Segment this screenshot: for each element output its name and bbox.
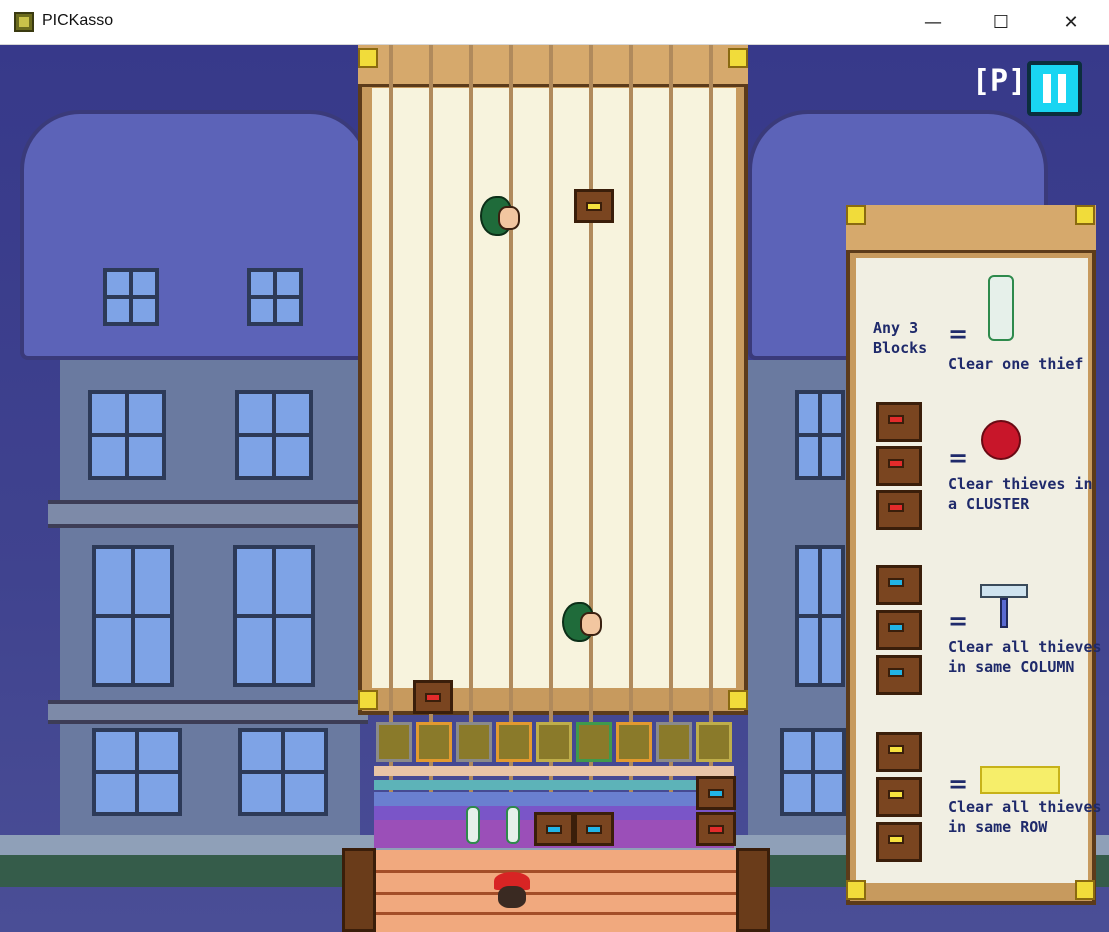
window xyxy=(780,728,846,816)
blue-block-icon xyxy=(876,610,922,650)
p-key-label: [P] xyxy=(972,64,1027,99)
left-post xyxy=(342,848,376,932)
yellow-block-icon xyxy=(876,777,922,817)
player-character[interactable] xyxy=(490,872,534,932)
title-bar: PICKasso — ☐ ✕ xyxy=(0,0,1109,45)
legend-blue-desc-line2: in same COLUMN xyxy=(948,658,1075,676)
window xyxy=(88,390,166,480)
legend-red-desc-line2: a CLUSTER xyxy=(948,495,1030,513)
legend-top-beam xyxy=(846,205,1096,253)
window xyxy=(247,268,303,326)
maximize-button[interactable]: ☐ xyxy=(978,0,1024,45)
pencil-icon xyxy=(988,275,1014,341)
app-icon xyxy=(14,12,34,32)
gold-corner xyxy=(728,48,748,68)
painting xyxy=(576,722,612,762)
pencil-piece[interactable] xyxy=(506,806,520,844)
gold-corner xyxy=(358,48,378,68)
stripe xyxy=(374,792,734,806)
blue-block-icon xyxy=(876,655,922,695)
window xyxy=(103,268,159,326)
gold-corner xyxy=(1075,880,1095,900)
pause-icon xyxy=(1043,74,1051,103)
left-roof xyxy=(20,110,370,360)
gold-corner xyxy=(1075,205,1095,225)
painting xyxy=(416,722,452,762)
legend-blue-desc-line1: Clear all thieves xyxy=(948,638,1102,656)
window xyxy=(238,728,328,816)
left-floor-band xyxy=(48,500,368,528)
gold-corner xyxy=(846,205,866,225)
hedge xyxy=(0,855,345,887)
red-block[interactable] xyxy=(696,812,736,846)
red-block-icon xyxy=(876,402,922,442)
gold-corner xyxy=(728,690,748,710)
window xyxy=(235,390,313,480)
painting xyxy=(656,722,692,762)
stripe xyxy=(374,780,734,790)
legend-yellow-desc-line1: Clear all thieves xyxy=(948,798,1102,816)
left-floor-band-2 xyxy=(48,700,368,724)
deck xyxy=(374,850,736,932)
pause-icon xyxy=(1058,74,1066,103)
painting xyxy=(376,722,412,762)
legend-yellow-desc-line2: in same ROW xyxy=(948,818,1048,836)
yellow-block[interactable] xyxy=(574,189,614,223)
legend-any3-line1: Any 3 xyxy=(873,319,919,337)
thief[interactable] xyxy=(480,196,524,246)
equals-sign: = xyxy=(948,320,969,348)
legend-red-desc-line1: Clear thieves in xyxy=(948,475,1093,493)
blue-block[interactable] xyxy=(534,812,574,846)
legend-pencil-desc: Clear one thief xyxy=(948,355,1084,373)
close-button[interactable]: ✕ xyxy=(1048,0,1094,45)
yellow-block-icon xyxy=(876,822,922,862)
board-top-beam xyxy=(358,45,748,87)
yellow-block-icon xyxy=(876,732,922,772)
red-block-icon xyxy=(876,446,922,486)
window-title: PICKasso xyxy=(42,12,114,29)
painting xyxy=(536,722,572,762)
blue-block-icon xyxy=(876,565,922,605)
legend-any3-line2: Blocks xyxy=(873,339,928,357)
blue-block[interactable] xyxy=(696,776,736,810)
deck-line xyxy=(374,912,736,915)
window xyxy=(795,545,845,687)
thief[interactable] xyxy=(562,602,606,652)
equals-sign: = xyxy=(948,607,969,635)
painting xyxy=(616,722,652,762)
minimize-button[interactable]: — xyxy=(910,0,956,45)
paint-roller-icon xyxy=(980,584,1028,630)
gold-corner xyxy=(358,690,378,710)
deck-line xyxy=(374,892,736,895)
window xyxy=(233,545,315,687)
window xyxy=(92,728,182,816)
red-block-icon xyxy=(876,490,922,530)
pause-button[interactable] xyxy=(1027,61,1082,116)
equals-sign: = xyxy=(948,444,969,472)
painting xyxy=(696,722,732,762)
window xyxy=(92,545,174,687)
red-block[interactable] xyxy=(413,680,453,714)
painting xyxy=(456,722,492,762)
equals-sign: = xyxy=(948,770,969,798)
stripe xyxy=(374,766,734,776)
right-post xyxy=(736,848,770,932)
game-board[interactable] xyxy=(372,88,736,688)
painting xyxy=(496,722,532,762)
yarn-ball-icon xyxy=(981,420,1021,460)
pencil-piece[interactable] xyxy=(466,806,480,844)
ruler-icon xyxy=(980,766,1060,794)
deck-line xyxy=(374,870,736,873)
gold-corner xyxy=(846,880,866,900)
window xyxy=(795,390,845,480)
blue-block[interactable] xyxy=(574,812,614,846)
